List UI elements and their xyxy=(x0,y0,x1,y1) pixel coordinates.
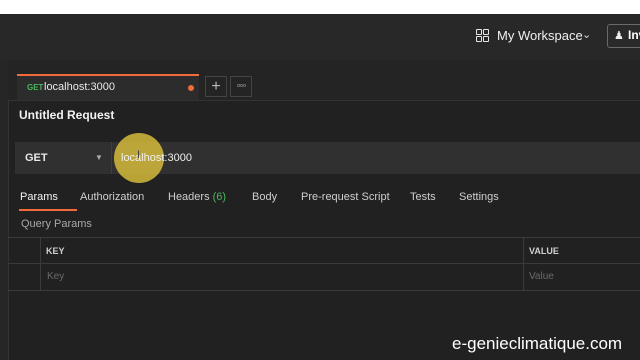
tab-params[interactable]: Params xyxy=(20,191,58,203)
active-tab-indicator xyxy=(19,209,77,211)
user-plus-icon: ♟ xyxy=(614,30,624,42)
grid-icon[interactable] xyxy=(476,29,489,42)
value-column-header: VALUE xyxy=(529,246,559,256)
request-subtabs: Params Authorization Headers (6) Body Pr… xyxy=(8,186,640,211)
params-table: KEY VALUE Key Value xyxy=(8,237,640,291)
top-strip xyxy=(0,0,640,14)
query-params-label: Query Params xyxy=(21,218,92,230)
tab-body[interactable]: Body xyxy=(252,191,277,203)
text-cursor-icon: I xyxy=(137,149,141,161)
plus-icon[interactable]: + xyxy=(205,76,227,97)
unsaved-dot-icon xyxy=(188,85,194,91)
watermark: e-genieclimatique.com xyxy=(452,334,623,353)
url-input[interactable]: localhost:3000 xyxy=(121,152,192,164)
tab-settings[interactable]: Settings xyxy=(459,191,499,203)
request-tab[interactable]: GET localhost:3000 xyxy=(17,74,199,100)
column-divider xyxy=(523,238,524,290)
tab-headers-label: Headers xyxy=(168,191,210,203)
ellipsis-icon[interactable]: ◦◦◦ xyxy=(230,76,252,97)
workspace-switcher[interactable]: My Workspace xyxy=(497,28,583,43)
value-input[interactable]: Value xyxy=(529,271,554,282)
chevron-down-icon[interactable]: ⌄ xyxy=(582,28,591,41)
tab-prerequest-script[interactable]: Pre-request Script xyxy=(301,191,390,203)
tab-headers[interactable]: Headers (6) xyxy=(168,191,226,203)
caret-down-icon: ▼ xyxy=(95,153,103,162)
method-label: GET xyxy=(25,152,48,164)
key-column-header: KEY xyxy=(46,246,65,256)
headers-count: (6) xyxy=(212,191,227,203)
row-divider xyxy=(8,263,640,264)
tab-tests[interactable]: Tests xyxy=(410,191,436,203)
invite-button[interactable]: ♟ Inv xyxy=(607,24,640,48)
request-title[interactable]: Untitled Request xyxy=(19,108,114,122)
sidebar-edge xyxy=(0,60,9,360)
column-divider xyxy=(40,238,41,290)
tab-authorization[interactable]: Authorization xyxy=(80,191,144,203)
url-bar: GET ▼ xyxy=(15,142,640,174)
method-select[interactable]: GET ▼ xyxy=(15,142,112,174)
invite-label: Inv xyxy=(628,28,640,42)
tab-url: localhost:3000 xyxy=(44,81,115,93)
key-input[interactable]: Key xyxy=(47,271,64,282)
tab-method: GET xyxy=(27,83,44,92)
